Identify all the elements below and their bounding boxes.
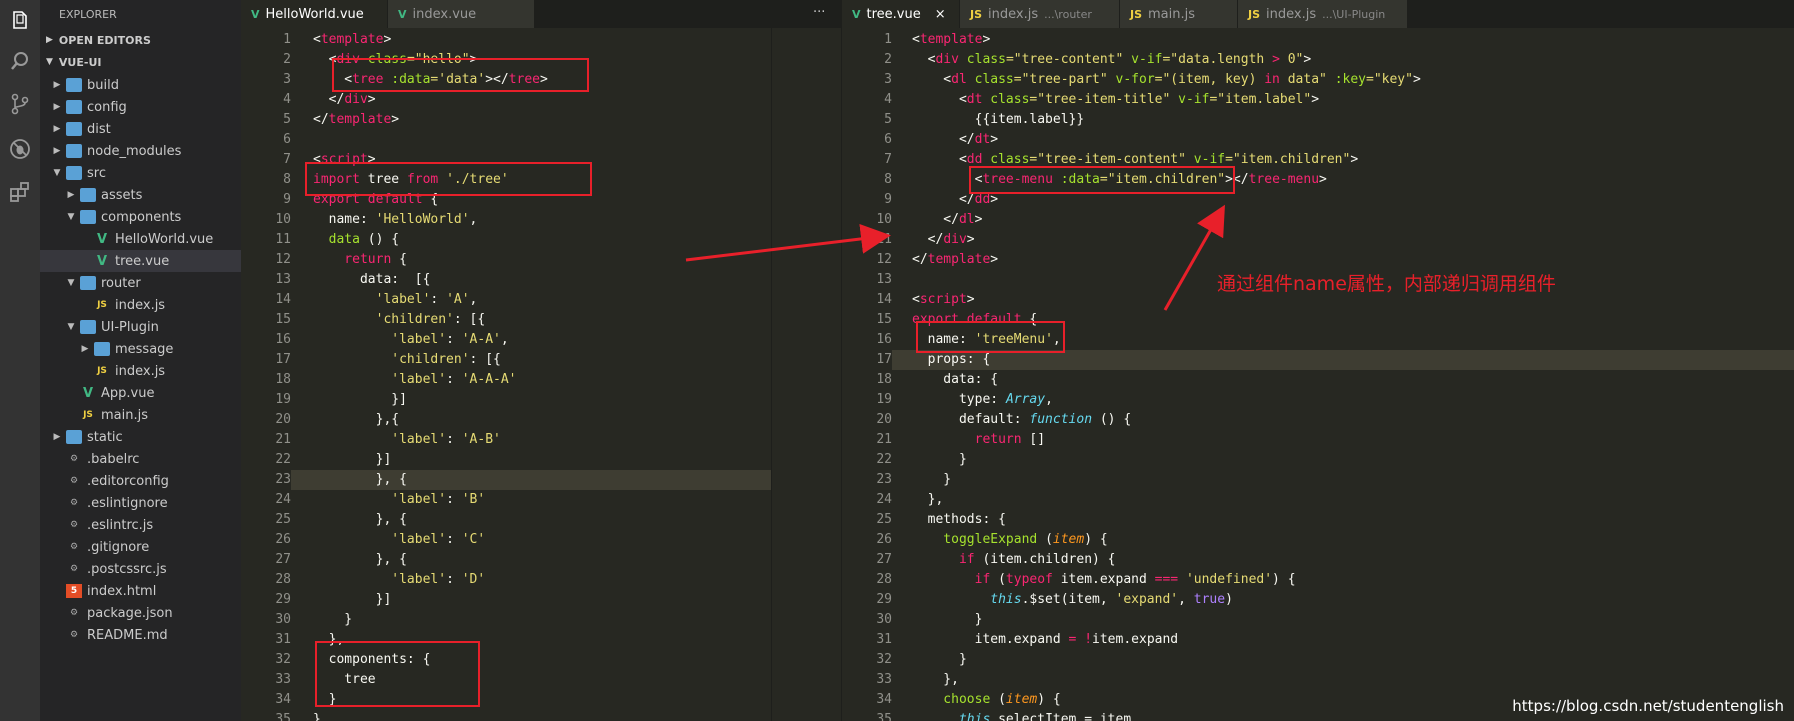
arrow-to-tree-vue — [685, 223, 891, 262]
arrow-to-recursion — [1163, 204, 1225, 311]
annotation-arrows — [685, 204, 1225, 311]
watermark: https://blog.csdn.net/studentenglish — [1512, 697, 1784, 715]
annotation-text: 通过组件name属性，内部递归调用组件 — [1217, 273, 1556, 295]
